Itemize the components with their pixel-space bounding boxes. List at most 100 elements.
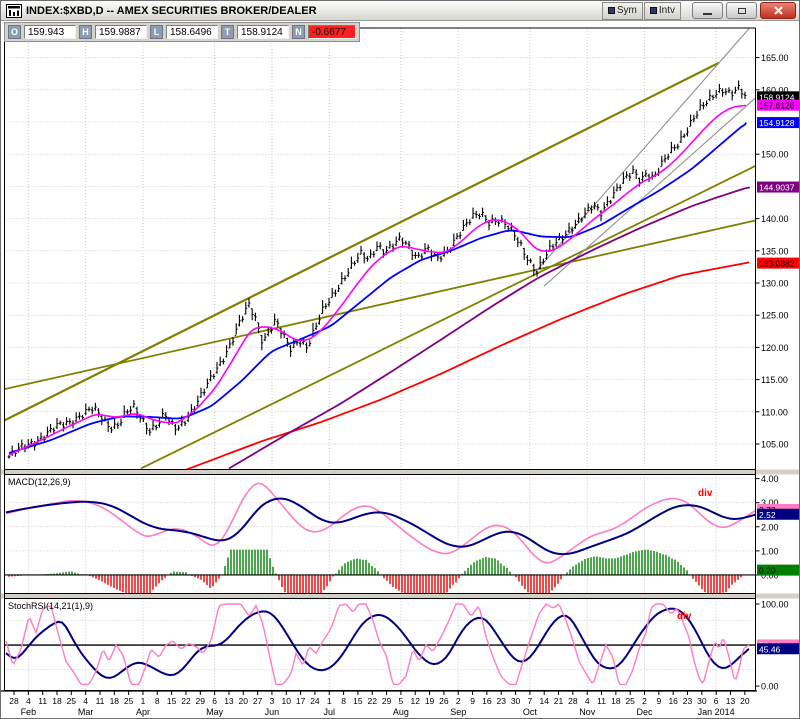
svg-text:25: 25 bbox=[67, 696, 77, 706]
netchange-value: -0.6677 bbox=[308, 25, 356, 39]
svg-text:13: 13 bbox=[726, 696, 736, 706]
svg-text:140.00: 140.00 bbox=[761, 214, 789, 224]
last-value: 158.9124 bbox=[237, 25, 289, 39]
svg-text:130.00: 130.00 bbox=[761, 279, 789, 289]
svg-text:1: 1 bbox=[141, 696, 146, 706]
svg-text:16: 16 bbox=[482, 696, 492, 706]
svg-text:11: 11 bbox=[38, 696, 47, 706]
svg-text:7: 7 bbox=[528, 696, 533, 706]
svg-text:Feb: Feb bbox=[21, 707, 37, 717]
svg-text:8: 8 bbox=[341, 696, 346, 706]
svg-text:12: 12 bbox=[411, 696, 421, 706]
app-window: INDEX:$XBD,D -- AMEX SECURITIES BROKER/D… bbox=[0, 0, 800, 719]
svg-text:13: 13 bbox=[224, 696, 234, 706]
svg-text:120.00: 120.00 bbox=[761, 343, 789, 353]
interval-button[interactable]: Intv bbox=[644, 2, 681, 20]
netchange-key: N bbox=[292, 25, 305, 39]
svg-text:18: 18 bbox=[52, 696, 62, 706]
svg-text:Mar: Mar bbox=[78, 707, 94, 717]
svg-text:Nov: Nov bbox=[579, 707, 596, 717]
svg-text:15: 15 bbox=[167, 696, 177, 706]
svg-text:4.00: 4.00 bbox=[761, 474, 779, 484]
svg-text:157.6126: 157.6126 bbox=[759, 101, 795, 111]
symbol-button[interactable]: Sym bbox=[602, 2, 643, 20]
svg-text:0.20: 0.20 bbox=[759, 566, 776, 576]
svg-text:2.00: 2.00 bbox=[761, 522, 779, 532]
quote-toolbar: O 159.943 H 159.9887 L 158.6496 T 158.91… bbox=[4, 22, 360, 42]
svg-text:165.00: 165.00 bbox=[761, 53, 789, 63]
svg-text:110.00: 110.00 bbox=[761, 407, 788, 417]
svg-text:45.46: 45.46 bbox=[759, 644, 781, 654]
minimize-icon bbox=[703, 13, 712, 15]
svg-text:17: 17 bbox=[296, 696, 306, 706]
svg-text:2: 2 bbox=[456, 696, 461, 706]
svg-text:19: 19 bbox=[425, 696, 435, 706]
svg-text:4: 4 bbox=[585, 696, 590, 706]
maximize-button[interactable] bbox=[726, 2, 757, 19]
svg-text:Aug: Aug bbox=[393, 707, 409, 717]
svg-text:100.00: 100.00 bbox=[761, 599, 789, 609]
svg-text:9: 9 bbox=[470, 696, 475, 706]
svg-text:May: May bbox=[206, 707, 224, 717]
svg-text:0.00: 0.00 bbox=[761, 682, 779, 692]
svg-text:28: 28 bbox=[568, 696, 578, 706]
svg-text:125.00: 125.00 bbox=[761, 311, 789, 321]
low-key: L bbox=[150, 25, 163, 39]
high-value: 159.9887 bbox=[95, 25, 147, 39]
svg-text:25: 25 bbox=[124, 696, 134, 706]
svg-text:21: 21 bbox=[554, 696, 564, 706]
low-value: 158.6496 bbox=[166, 25, 218, 39]
symbol-button-icon bbox=[608, 7, 615, 14]
svg-text:16: 16 bbox=[668, 696, 678, 706]
svg-text:23: 23 bbox=[496, 696, 506, 706]
svg-text:5: 5 bbox=[399, 696, 404, 706]
svg-text:Apr: Apr bbox=[136, 707, 150, 717]
svg-text:115.00: 115.00 bbox=[761, 375, 788, 385]
svg-text:22: 22 bbox=[368, 696, 378, 706]
svg-text:154.9128: 154.9128 bbox=[759, 118, 795, 128]
minimize-button[interactable] bbox=[692, 2, 723, 19]
svg-text:11: 11 bbox=[96, 696, 105, 706]
svg-text:25: 25 bbox=[625, 696, 635, 706]
svg-text:18: 18 bbox=[110, 696, 120, 706]
svg-text:6: 6 bbox=[714, 696, 719, 706]
svg-text:1: 1 bbox=[327, 696, 332, 706]
svg-text:144.9037: 144.9037 bbox=[759, 183, 795, 193]
svg-text:24: 24 bbox=[310, 696, 320, 706]
svg-text:27: 27 bbox=[253, 696, 263, 706]
svg-text:11: 11 bbox=[597, 696, 606, 706]
svg-text:10: 10 bbox=[282, 696, 292, 706]
stochrsi-divergence-annotation: div bbox=[677, 611, 691, 622]
svg-text:22: 22 bbox=[181, 696, 191, 706]
svg-text:26: 26 bbox=[439, 696, 449, 706]
svg-text:20: 20 bbox=[740, 696, 750, 706]
svg-text:Jan 2014: Jan 2014 bbox=[698, 707, 735, 717]
svg-text:9: 9 bbox=[656, 696, 661, 706]
svg-text:133.0882: 133.0882 bbox=[759, 259, 795, 269]
svg-text:3: 3 bbox=[270, 696, 275, 706]
svg-text:Jun: Jun bbox=[265, 707, 280, 717]
last-key: T bbox=[221, 25, 234, 39]
svg-text:15: 15 bbox=[353, 696, 363, 706]
svg-text:1.00: 1.00 bbox=[761, 546, 779, 556]
svg-text:4: 4 bbox=[83, 696, 88, 706]
close-button[interactable] bbox=[760, 2, 796, 19]
window-title: INDEX:$XBD,D -- AMEX SECURITIES BROKER/D… bbox=[26, 5, 317, 17]
svg-text:30: 30 bbox=[697, 696, 707, 706]
macd-pane-label: MACD(12,26,9) bbox=[8, 477, 71, 487]
interval-button-icon bbox=[650, 7, 657, 14]
svg-text:20: 20 bbox=[239, 696, 249, 706]
svg-text:Sep: Sep bbox=[450, 707, 466, 717]
symbol-button-label: Sym bbox=[617, 5, 637, 16]
title-bar: INDEX:$XBD,D -- AMEX SECURITIES BROKER/D… bbox=[1, 1, 799, 21]
svg-text:135.00: 135.00 bbox=[761, 246, 789, 256]
app-icon bbox=[6, 4, 22, 18]
svg-text:2: 2 bbox=[642, 696, 647, 706]
high-key: H bbox=[79, 25, 92, 39]
svg-text:2.52: 2.52 bbox=[759, 510, 776, 520]
interval-button-label: Intv bbox=[659, 5, 675, 16]
svg-text:30: 30 bbox=[511, 696, 521, 706]
stochrsi-pane-label: StochRSI(14,21(1),9) bbox=[8, 601, 93, 611]
svg-text:14: 14 bbox=[539, 696, 549, 706]
svg-text:8: 8 bbox=[155, 696, 160, 706]
